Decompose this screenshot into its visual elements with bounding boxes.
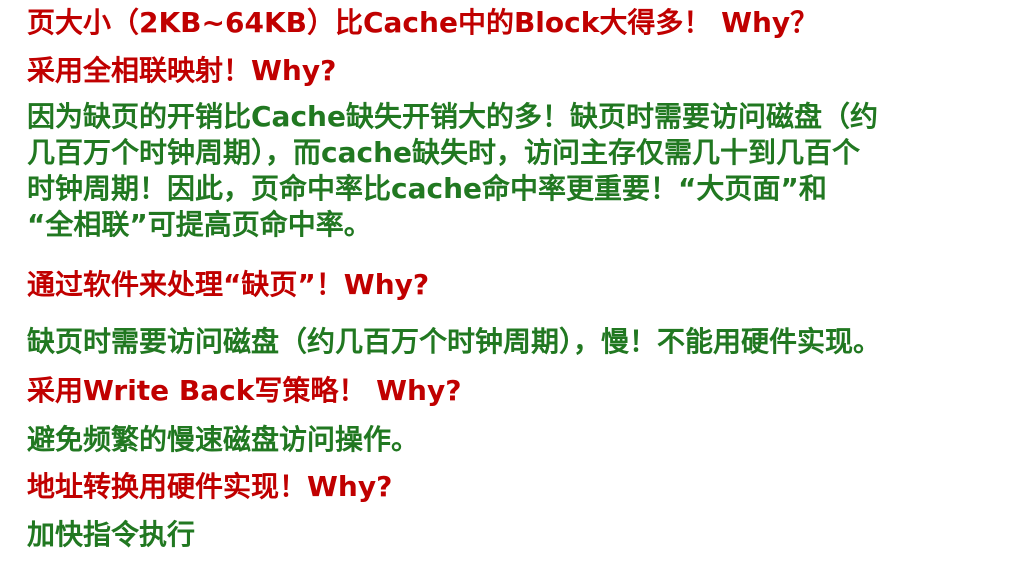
answer-software-page-fault: 缺页时需要访问磁盘（约几百万个时钟周期），慢！不能用硬件实现。 xyxy=(27,325,882,358)
answer-write-back: 避免频繁的慢速磁盘访问操作。 xyxy=(27,423,420,456)
question-write-back: 采用Write Back写策略！ Why? xyxy=(27,374,462,407)
answer-line: 时钟周期！因此，页命中率比cache命中率更重要！“大页面”和 xyxy=(27,172,827,205)
answer-full-associative: 因为缺页的开销比Cache缺失开销大的多！缺页时需要访问磁盘（约 几百万个时钟周… xyxy=(27,99,1002,243)
answer-line: 几百万个时钟周期），而cache缺失时，访问主存仅需几十到几百个 xyxy=(27,136,861,169)
answer-line: “全相联”可提高页命中率。 xyxy=(27,208,372,241)
question-software-page-fault: 通过软件来处理“缺页”！Why? xyxy=(27,268,430,301)
question-page-size: 页大小（2KB~64KB）比Cache中的Block大得多！ Why？ xyxy=(27,6,819,39)
answer-line: 因为缺页的开销比Cache缺失开销大的多！缺页时需要访问磁盘（约 xyxy=(27,100,878,133)
question-hardware-translation: 地址转换用硬件实现！Why? xyxy=(27,470,393,503)
slide: 页大小（2KB~64KB）比Cache中的Block大得多！ Why？ 采用全相… xyxy=(0,0,1022,563)
answer-hardware-translation: 加快指令执行 xyxy=(27,518,196,551)
question-full-associative: 采用全相联映射！Why? xyxy=(27,54,337,87)
